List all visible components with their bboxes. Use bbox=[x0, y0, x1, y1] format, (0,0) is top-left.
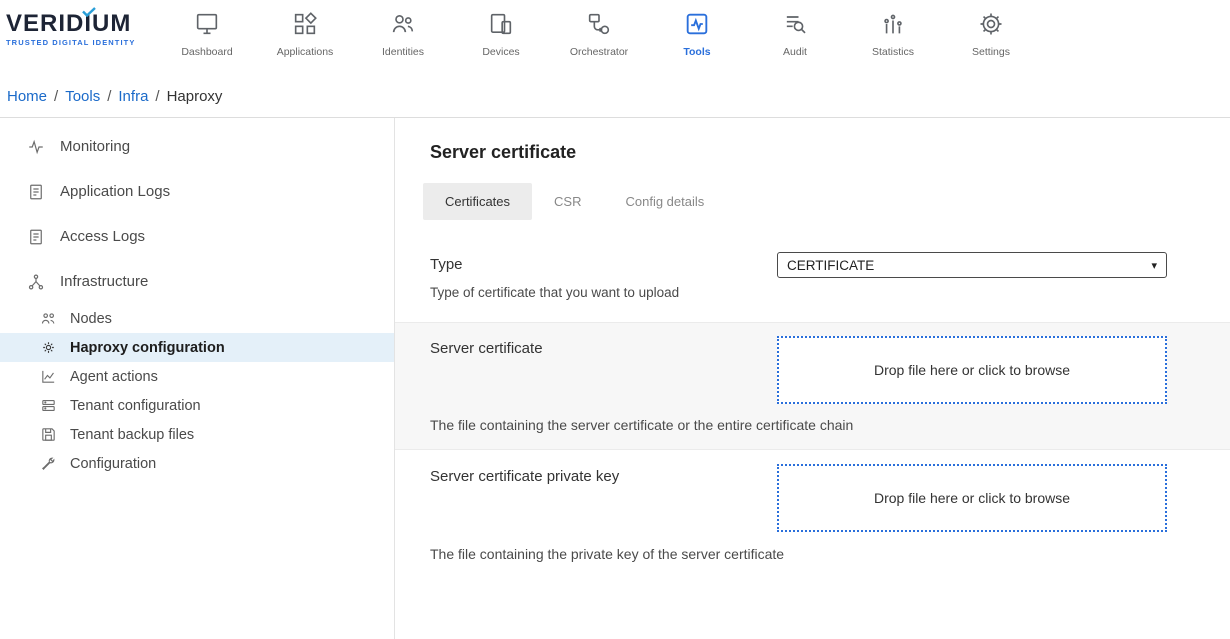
nav-label: Tools bbox=[683, 46, 710, 58]
devices-icon bbox=[487, 8, 515, 40]
sidebar-item-agent-actions[interactable]: Agent actions bbox=[0, 362, 394, 391]
nav-item-orchestrator[interactable]: Orchestrator bbox=[550, 8, 648, 58]
sidebar-item-label: Configuration bbox=[70, 456, 156, 472]
sidebar-item-label: Access Logs bbox=[60, 228, 145, 245]
field-server-certificate-private-key: Server certificate private key Drop file… bbox=[395, 450, 1230, 562]
sidebar: Monitoring Application Logs Access Logs … bbox=[0, 118, 395, 639]
document-icon bbox=[26, 183, 46, 201]
main-panel: Server certificate Certificates CSR Conf… bbox=[395, 118, 1230, 639]
field-label-private-key: Server certificate private key bbox=[430, 464, 777, 485]
sidebar-item-label: Infrastructure bbox=[60, 273, 148, 290]
orchestrator-icon bbox=[585, 8, 613, 40]
server-certificate-dropzone[interactable]: Drop file here or click to browse bbox=[777, 336, 1167, 404]
audit-icon bbox=[781, 8, 809, 40]
wrench-icon bbox=[38, 455, 58, 472]
sidebar-item-application-logs[interactable]: Application Logs bbox=[0, 169, 394, 214]
sidebar-item-label: Nodes bbox=[70, 311, 112, 327]
server-icon bbox=[38, 397, 58, 414]
dashboard-icon bbox=[193, 8, 221, 40]
tab-certificates[interactable]: Certificates bbox=[423, 183, 532, 220]
tab-csr[interactable]: CSR bbox=[532, 183, 603, 220]
nav-label: Applications bbox=[277, 46, 334, 58]
field-type: Type CERTIFICATE ▾ Type of certificate t… bbox=[395, 252, 1230, 300]
sidebar-item-label: Haproxy configuration bbox=[70, 340, 225, 356]
nav-label: Dashboard bbox=[181, 46, 232, 58]
document-icon bbox=[26, 228, 46, 246]
brand-check-icon bbox=[82, 7, 96, 17]
nav-item-tools[interactable]: Tools bbox=[648, 8, 746, 58]
sidebar-item-tenant-configuration[interactable]: Tenant configuration bbox=[0, 391, 394, 420]
sidebar-item-haproxy-configuration[interactable]: Haproxy configuration bbox=[0, 333, 394, 362]
nav-item-statistics[interactable]: Statistics bbox=[844, 8, 942, 58]
statistics-icon bbox=[879, 8, 907, 40]
sidebar-item-label: Application Logs bbox=[60, 183, 170, 200]
nav-item-identities[interactable]: Identities bbox=[354, 8, 452, 58]
sidebar-item-tenant-backup-files[interactable]: Tenant backup files bbox=[0, 420, 394, 449]
breadcrumb-haproxy: Haproxy bbox=[167, 88, 223, 105]
network-icon bbox=[26, 273, 46, 291]
chevron-down-icon: ▾ bbox=[1151, 259, 1157, 272]
dropzone-text: Drop file here or click to browse bbox=[874, 490, 1070, 506]
field-help-private-key: The file containing the private key of t… bbox=[430, 546, 1167, 562]
breadcrumb-separator: / bbox=[107, 88, 111, 105]
nav-item-settings[interactable]: Settings bbox=[942, 8, 1040, 58]
top-navigation: Dashboard Applications Identities Device… bbox=[158, 0, 1040, 58]
tab-bar: Certificates CSR Config details bbox=[423, 183, 1230, 220]
select-value: CERTIFICATE bbox=[787, 258, 874, 273]
nav-item-applications[interactable]: Applications bbox=[256, 8, 354, 58]
sidebar-item-infrastructure[interactable]: Infrastructure bbox=[0, 259, 394, 304]
breadcrumb-home[interactable]: Home bbox=[7, 88, 47, 105]
people-icon bbox=[38, 310, 58, 327]
tools-icon bbox=[683, 8, 711, 40]
content-area: Monitoring Application Logs Access Logs … bbox=[0, 118, 1230, 639]
tab-config-details[interactable]: Config details bbox=[603, 183, 726, 220]
nav-label: Settings bbox=[972, 46, 1010, 58]
field-server-certificate: Server certificate Drop file here or cli… bbox=[395, 322, 1230, 450]
nav-item-dashboard[interactable]: Dashboard bbox=[158, 8, 256, 58]
sidebar-item-label: Tenant configuration bbox=[70, 398, 201, 414]
breadcrumb-separator: / bbox=[155, 88, 159, 105]
sidebar-item-access-logs[interactable]: Access Logs bbox=[0, 214, 394, 259]
breadcrumb-infra[interactable]: Infra bbox=[118, 88, 148, 105]
sidebar-item-monitoring[interactable]: Monitoring bbox=[0, 124, 394, 169]
breadcrumb-tools[interactable]: Tools bbox=[65, 88, 100, 105]
line-chart-icon bbox=[38, 368, 58, 385]
nav-label: Audit bbox=[783, 46, 807, 58]
field-label-server-certificate: Server certificate bbox=[430, 336, 777, 357]
sidebar-item-label: Monitoring bbox=[60, 138, 130, 155]
nav-item-devices[interactable]: Devices bbox=[452, 8, 550, 58]
identities-icon bbox=[389, 8, 417, 40]
save-icon bbox=[38, 426, 58, 443]
private-key-dropzone[interactable]: Drop file here or click to browse bbox=[777, 464, 1167, 532]
page-title: Server certificate bbox=[430, 142, 1230, 163]
brand-logo: VERIDIUM TRUSTED DIGITAL IDENTITY bbox=[0, 0, 158, 47]
certificate-type-select[interactable]: CERTIFICATE ▾ bbox=[777, 252, 1167, 278]
gear-network-icon bbox=[38, 339, 58, 356]
breadcrumb: Home / Tools / Infra / Haproxy bbox=[0, 76, 1230, 118]
field-help-server-certificate: The file containing the server certifica… bbox=[430, 417, 1167, 433]
dropzone-text: Drop file here or click to browse bbox=[874, 362, 1070, 378]
field-help-type: Type of certificate that you want to upl… bbox=[430, 285, 1167, 300]
breadcrumb-separator: / bbox=[54, 88, 58, 105]
activity-icon bbox=[26, 138, 46, 156]
sidebar-item-label: Agent actions bbox=[70, 369, 158, 385]
sidebar-item-nodes[interactable]: Nodes bbox=[0, 304, 394, 333]
sidebar-item-configuration[interactable]: Configuration bbox=[0, 449, 394, 478]
brand-tagline: TRUSTED DIGITAL IDENTITY bbox=[6, 38, 158, 47]
applications-icon bbox=[291, 8, 319, 40]
settings-gear-icon bbox=[977, 8, 1005, 40]
nav-item-audit[interactable]: Audit bbox=[746, 8, 844, 58]
sidebar-item-label: Tenant backup files bbox=[70, 427, 194, 443]
nav-label: Devices bbox=[482, 46, 519, 58]
field-label-type: Type bbox=[430, 252, 777, 273]
nav-label: Identities bbox=[382, 46, 424, 58]
top-bar: VERIDIUM TRUSTED DIGITAL IDENTITY Dashbo… bbox=[0, 0, 1230, 76]
nav-label: Statistics bbox=[872, 46, 914, 58]
nav-label: Orchestrator bbox=[570, 46, 628, 58]
